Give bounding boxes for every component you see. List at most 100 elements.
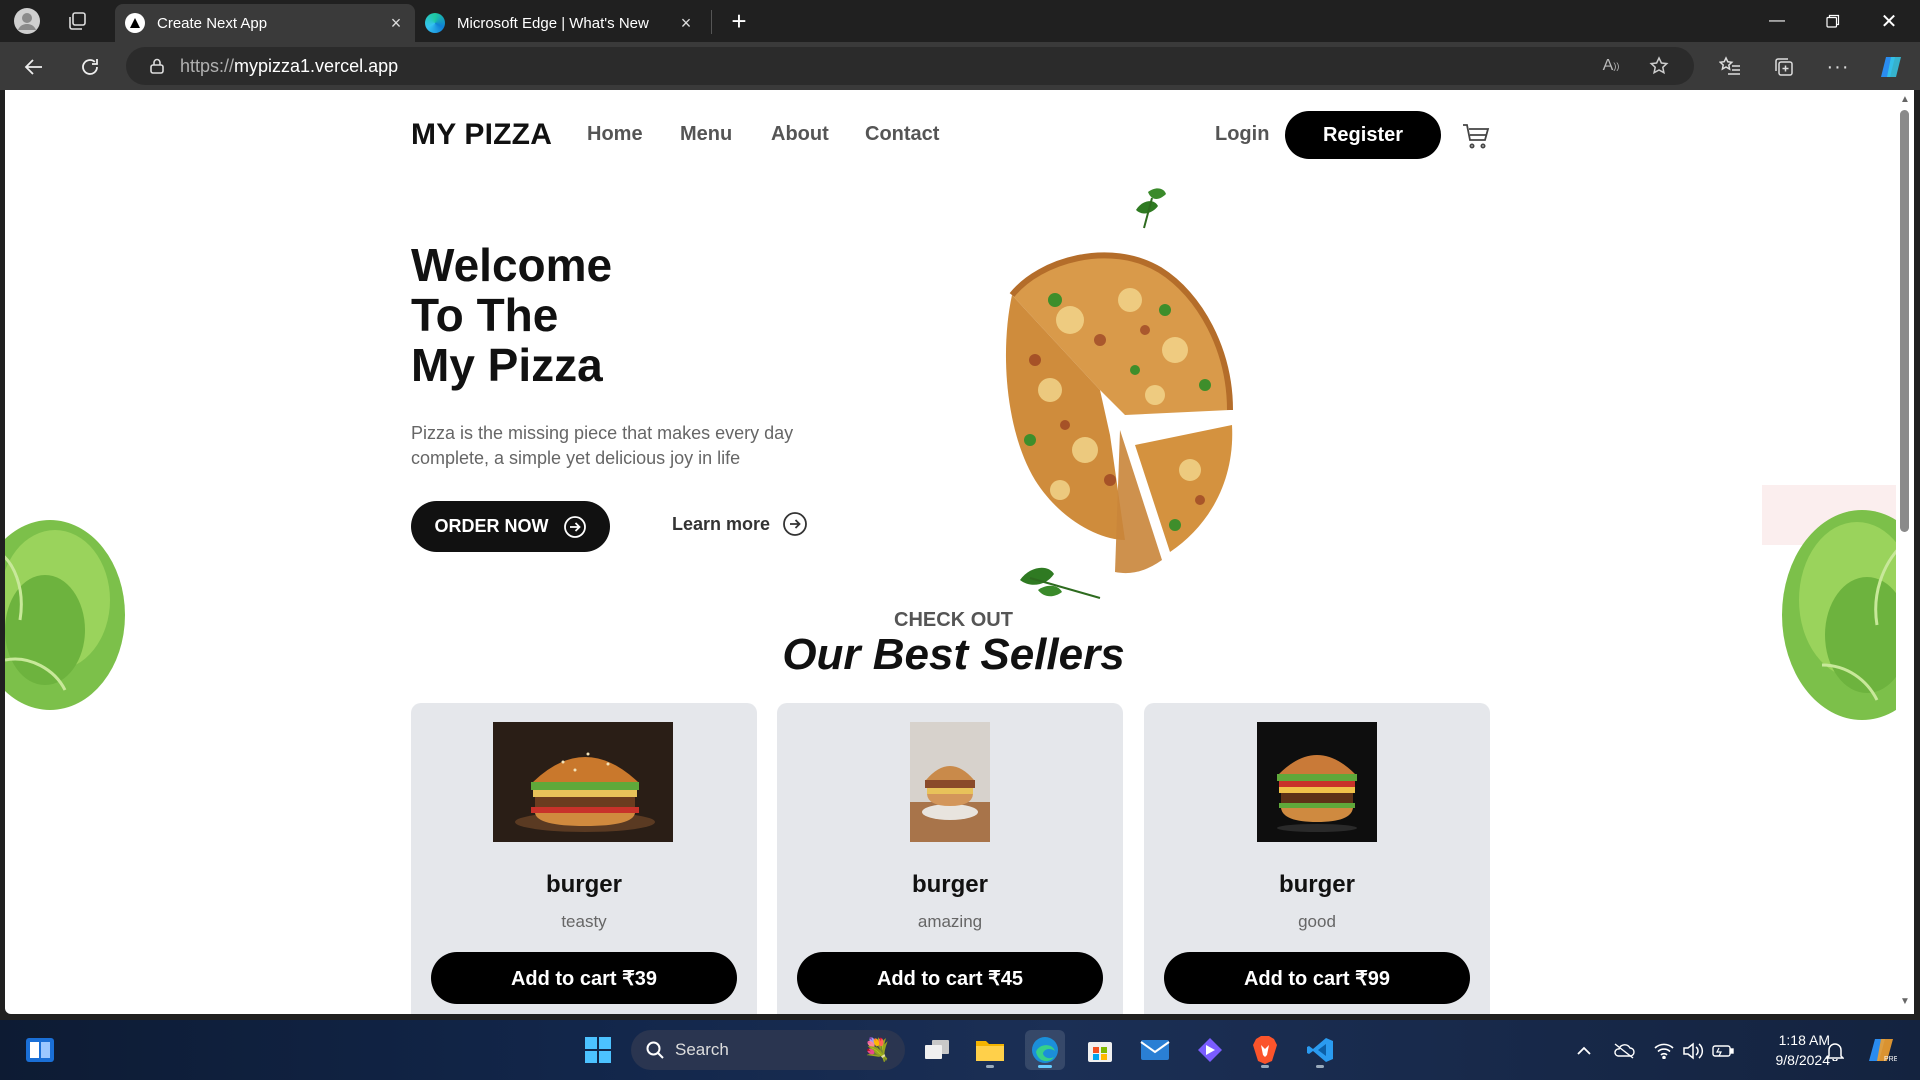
url-text: https://mypizza1.vercel.app [180, 55, 399, 76]
tab-label: Microsoft Edge | What's New [457, 14, 649, 32]
product-card: burger teasty Add to cart ₹39 [411, 703, 757, 1014]
product-description: amazing [917, 912, 983, 931]
taskbar-search-box[interactable]: Search 💐 [631, 1030, 905, 1070]
read-aloud-icon[interactable]: A)) [1594, 47, 1628, 85]
refresh-icon[interactable] [74, 51, 106, 83]
collections-icon[interactable] [1768, 51, 1800, 83]
running-indicator [986, 1065, 994, 1068]
learn-more-link[interactable]: Learn more [672, 511, 808, 537]
register-button[interactable]: Register [1285, 111, 1441, 159]
profile-avatar-icon[interactable] [12, 6, 42, 36]
product-card: burger amazing Add to cart ₹45 [777, 703, 1123, 1014]
scroll-down-arrow-icon[interactable]: ▼ [1899, 996, 1911, 1008]
product-name: burger [545, 871, 622, 898]
learn-more-label: Learn more [672, 513, 771, 534]
close-window-icon[interactable]: ✕ [1862, 0, 1916, 42]
page-viewport: MY PIZZA Home Menu About Contact Login R… [5, 90, 1902, 1014]
hero-title-line: To The [411, 289, 559, 341]
new-tab-icon[interactable]: + [724, 6, 754, 36]
url-field[interactable]: https://mypizza1.vercel.app A)) [126, 47, 1694, 85]
add-to-cart-button[interactable]: Add to cart ₹45 [797, 952, 1103, 1004]
mail-icon[interactable] [1135, 1030, 1175, 1070]
burger-image [1257, 722, 1377, 842]
herb-leaf-bottom [1020, 567, 1101, 599]
nextjs-triangle-icon [125, 13, 145, 33]
nav-contact[interactable]: Contact [865, 123, 939, 146]
nav-menu[interactable]: Menu [680, 123, 732, 146]
back-arrow-icon[interactable] [18, 51, 50, 83]
brave-browser-icon[interactable] [1245, 1030, 1285, 1070]
scroll-up-arrow-icon[interactable]: ▲ [1899, 94, 1911, 106]
pizza-body [1005, 252, 1233, 574]
arrow-right-circle-icon [783, 512, 807, 536]
add-to-cart-button[interactable]: Add to cart ₹99 [1164, 952, 1470, 1004]
herb-leaf-top [1136, 188, 1166, 229]
tab-create-next-app[interactable]: Create Next App × [115, 4, 415, 42]
close-tab-icon[interactable]: × [387, 14, 405, 32]
more-options-icon[interactable]: ··· [1822, 51, 1854, 83]
product-description: good [1298, 912, 1336, 931]
page-scrollbar[interactable]: ▲ ▼ [1896, 90, 1914, 1014]
power-automate-icon[interactable] [1190, 1030, 1230, 1070]
lock-icon[interactable] [148, 57, 166, 75]
tab-divider [711, 10, 712, 34]
hero-subtitle: Pizza is the missing piece that makes ev… [411, 423, 794, 468]
system-clock[interactable]: 1:18 AM 9/8/2024 [1745, 1030, 1831, 1070]
task-view-icon[interactable] [917, 1030, 957, 1070]
favorite-star-icon[interactable] [1642, 47, 1676, 85]
copilot-icon[interactable] [1875, 51, 1907, 83]
section-title: Our Best Sellers [782, 630, 1125, 679]
scrollbar-thumb[interactable] [1900, 110, 1909, 532]
nav-about[interactable]: About [771, 123, 829, 146]
clock-time: 1:18 AM [1778, 1032, 1830, 1048]
restore-icon[interactable] [1806, 0, 1860, 42]
product-description: teasty [561, 912, 607, 931]
close-tab-icon[interactable]: × [677, 14, 695, 32]
svg-text:PRE: PRE [1884, 1056, 1897, 1063]
shopping-cart-icon[interactable] [1461, 121, 1491, 151]
product-name: burger [1278, 871, 1355, 898]
order-now-label: ORDER NOW [434, 516, 549, 536]
battery-icon[interactable] [1712, 1040, 1734, 1062]
order-now-button[interactable]: ORDER NOW [411, 501, 610, 552]
tab-label: Create Next App [157, 14, 268, 32]
wifi-icon[interactable] [1653, 1040, 1675, 1062]
product-name: burger [911, 871, 988, 898]
add-to-cart-button[interactable]: Add to cart ₹39 [431, 952, 737, 1004]
lettuce-decoration-right [1762, 485, 1902, 720]
site-logo[interactable]: MY PIZZA [411, 118, 552, 152]
hero-title: Welcome To The My Pizza [411, 240, 612, 390]
vscode-icon[interactable] [1300, 1030, 1340, 1070]
arrow-right-circle-icon [563, 515, 586, 538]
search-highlight-icon: 💐 [863, 1037, 891, 1062]
pizza-image [1005, 188, 1233, 599]
nav-home[interactable]: Home [587, 123, 643, 146]
favorites-icon[interactable] [1714, 51, 1746, 83]
search-label: Search [675, 1040, 729, 1059]
windows-start-icon[interactable] [578, 1030, 618, 1070]
browser-tab-bar: Create Next App × Microsoft Edge | What'… [0, 0, 1920, 42]
login-link[interactable]: Login [1215, 123, 1269, 146]
edge-browser-icon[interactable] [1025, 1030, 1065, 1070]
chevron-up-icon[interactable] [1573, 1040, 1595, 1062]
notification-bell-icon[interactable] [1824, 1040, 1846, 1062]
hero-title-line: My Pizza [411, 339, 603, 391]
edge-logo-icon [425, 13, 445, 33]
widgets-icon[interactable] [20, 1030, 60, 1070]
copilot-tray-icon[interactable]: PRE [1867, 1035, 1897, 1065]
running-indicator [1038, 1065, 1052, 1068]
minimize-icon[interactable]: — [1750, 0, 1804, 42]
tab-edge-whats-new[interactable]: Microsoft Edge | What's New × [415, 4, 705, 42]
running-indicator [1316, 1065, 1324, 1068]
hero-title-line: Welcome [411, 239, 613, 291]
address-bar-row: https://mypizza1.vercel.app A)) ··· [0, 42, 1920, 90]
volume-icon[interactable] [1682, 1040, 1704, 1062]
workspaces-icon[interactable] [62, 6, 92, 36]
burger-image [910, 722, 990, 842]
product-card: burger good Add to cart ₹99 [1144, 703, 1490, 1014]
onedrive-offline-icon[interactable] [1613, 1040, 1635, 1062]
microsoft-store-icon[interactable] [1080, 1030, 1120, 1070]
burger-image [493, 722, 673, 842]
section-kicker: CHECK OUT [894, 609, 1013, 631]
file-explorer-icon[interactable] [970, 1030, 1010, 1070]
